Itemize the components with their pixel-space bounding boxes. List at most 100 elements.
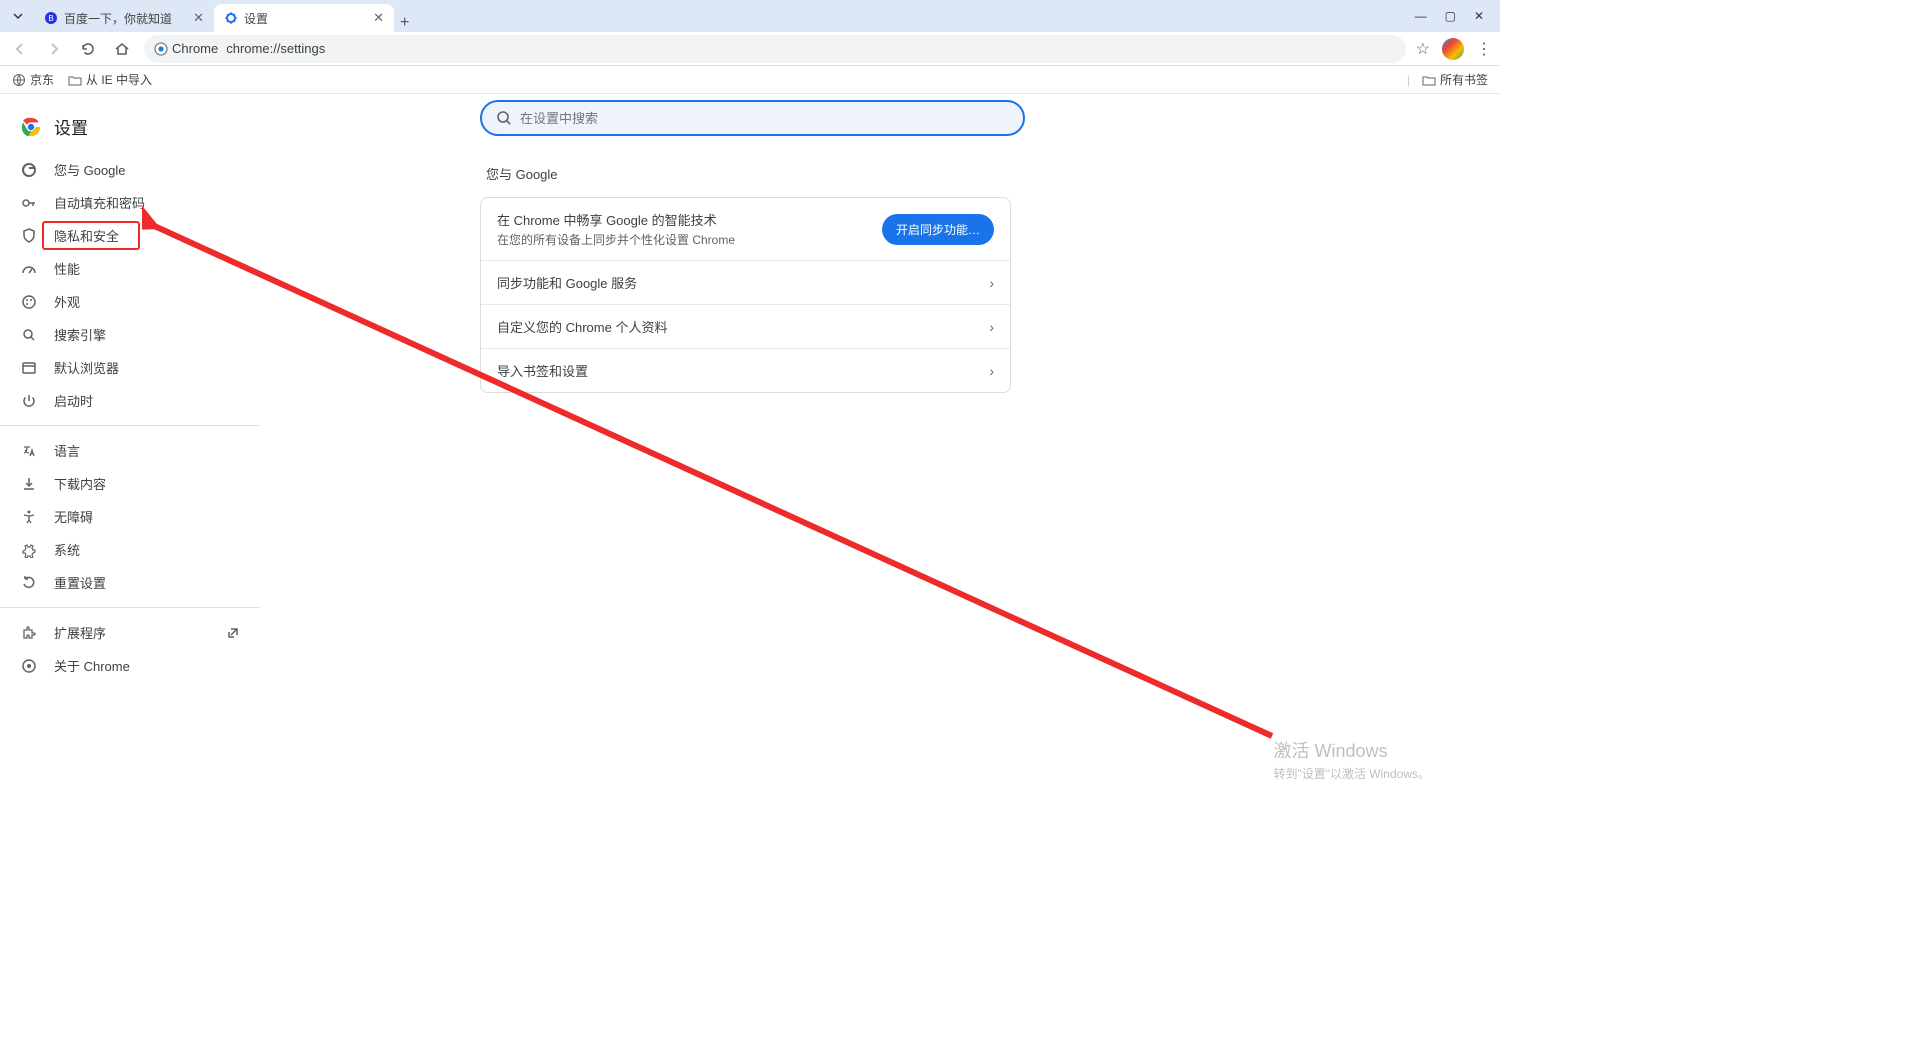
tab-baidu[interactable]: B 百度一下，你就知道 ✕ <box>34 4 214 32</box>
reset-icon <box>20 574 38 592</box>
settings-sidebar: 设置 您与 Google自动填充和密码隐私和安全性能外观搜索引擎默认浏览器启动时… <box>0 94 260 812</box>
sidebar-item-shield[interactable]: 隐私和安全 <box>0 219 260 252</box>
sidebar-item-download[interactable]: 下载内容 <box>0 467 260 500</box>
globe-icon <box>12 73 26 87</box>
window-controls: — ▢ ✕ <box>1415 9 1492 23</box>
minimize-icon[interactable]: — <box>1415 9 1427 23</box>
secure-label: Chrome <box>172 41 218 56</box>
chevron-right-icon: › <box>989 319 994 335</box>
windows-activation-watermark: 激活 Windows 转到"设置"以激活 Windows。 <box>1273 737 1430 782</box>
google-icon <box>20 161 38 179</box>
back-button[interactable] <box>8 37 32 61</box>
settings-search-input[interactable] <box>520 111 1009 126</box>
baidu-favicon-icon: B <box>44 11 58 25</box>
bookmark-label: 京东 <box>30 71 54 88</box>
power-icon <box>20 392 38 410</box>
import-row[interactable]: 导入书签和设置 › <box>481 349 1010 392</box>
sidebar-item-label: 自动填充和密码 <box>54 193 145 212</box>
row-label: 同步功能和 Google 服务 <box>497 273 979 292</box>
sidebar-item-label: 搜索引擎 <box>54 325 106 344</box>
bookmark-ie-import[interactable]: 从 IE 中导入 <box>68 71 152 88</box>
all-bookmarks-label: 所有书签 <box>1440 71 1488 88</box>
sidebar-item-chrome[interactable]: 关于 Chrome <box>0 649 260 682</box>
sidebar-item-browser[interactable]: 默认浏览器 <box>0 351 260 384</box>
accessibility-icon <box>20 508 38 526</box>
settings-main: 您与 Google 在 Chrome 中畅享 Google 的智能技术 在您的所… <box>260 94 1500 812</box>
lang-icon <box>20 442 38 460</box>
omnibox[interactable]: Chrome chrome://settings <box>144 35 1406 63</box>
forward-button[interactable] <box>42 37 66 61</box>
bookmarks-bar: 京东 从 IE 中导入 | 所有书签 <box>0 66 1500 94</box>
chrome-logo-icon <box>20 116 42 138</box>
profile-avatar[interactable] <box>1442 38 1464 60</box>
tab-list-dropdown[interactable] <box>8 6 28 26</box>
tab-settings[interactable]: 设置 ✕ <box>214 4 394 32</box>
folder-icon <box>68 73 82 87</box>
sidebar-item-google[interactable]: 您与 Google <box>0 153 260 186</box>
extension-icon <box>20 624 38 642</box>
sidebar-item-label: 性能 <box>54 259 80 278</box>
profile-row[interactable]: 自定义您的 Chrome 个人资料 › <box>481 305 1010 349</box>
shield-icon <box>20 227 38 245</box>
bookmark-star-icon[interactable]: ☆ <box>1416 39 1430 59</box>
sidebar-item-palette[interactable]: 外观 <box>0 285 260 318</box>
section-title: 您与 Google <box>486 164 1500 183</box>
sidebar-item-label: 重置设置 <box>54 573 106 592</box>
watermark-line1: 激活 Windows <box>1273 737 1430 763</box>
chevron-right-icon: › <box>989 275 994 291</box>
sidebar-item-label: 隐私和安全 <box>54 226 119 245</box>
sync-services-row[interactable]: 同步功能和 Google 服务 › <box>481 261 1010 305</box>
sidebar-item-accessibility[interactable]: 无障碍 <box>0 500 260 533</box>
system-icon <box>20 541 38 559</box>
sidebar-item-system[interactable]: 系统 <box>0 533 260 566</box>
sidebar-item-extension[interactable]: 扩展程序 <box>0 616 260 649</box>
chevron-right-icon: › <box>989 363 994 379</box>
svg-text:B: B <box>48 14 53 23</box>
tab-title: 设置 <box>244 10 367 27</box>
menu-icon[interactable]: ⋮ <box>1476 39 1492 59</box>
close-window-icon[interactable]: ✕ <box>1474 9 1484 23</box>
sidebar-nav: 您与 Google 自动填充和密码隐私和安全性能外观搜索引擎默认浏览器启动时语言下… <box>0 153 260 682</box>
sidebar-item-label: 您与 Google <box>54 160 126 179</box>
tab-strip: B 百度一下，你就知道 ✕ 设置 ✕ + <box>34 0 409 32</box>
maximize-icon[interactable]: ▢ <box>1445 9 1456 23</box>
row-label: 自定义您的 Chrome 个人资料 <box>497 317 979 336</box>
sidebar-item-reset[interactable]: 重置设置 <box>0 566 260 599</box>
settings-favicon-icon <box>224 11 238 25</box>
row-label: 导入书签和设置 <box>497 361 979 380</box>
sidebar-item-key[interactable]: 自动填充和密码 <box>0 186 260 219</box>
new-tab-button[interactable]: + <box>400 14 409 32</box>
sync-promo-row: 在 Chrome 中畅享 Google 的智能技术 在您的所有设备上同步并个性化… <box>481 198 1010 261</box>
home-button[interactable] <box>110 37 134 61</box>
sidebar-item-lang[interactable]: 语言 <box>0 434 260 467</box>
search-icon <box>20 326 38 344</box>
browser-icon <box>20 359 38 377</box>
folder-icon <box>1422 73 1436 87</box>
bookmark-jd[interactable]: 京东 <box>12 71 54 88</box>
site-info[interactable]: Chrome <box>154 41 218 56</box>
sidebar-item-label: 系统 <box>54 540 80 559</box>
sync-title: 在 Chrome 中畅享 Google 的智能技术 <box>497 210 872 229</box>
speed-icon <box>20 260 38 278</box>
sidebar-item-label: 默认浏览器 <box>54 358 119 377</box>
sidebar-item-label: 启动时 <box>54 391 93 410</box>
sidebar-item-power[interactable]: 启动时 <box>0 384 260 417</box>
toolbar: Chrome chrome://settings ☆ ⋮ <box>0 32 1500 66</box>
titlebar: B 百度一下，你就知道 ✕ 设置 ✕ + — ▢ ✕ <box>0 0 1500 32</box>
close-icon[interactable]: ✕ <box>193 10 204 26</box>
sidebar-item-label: 扩展程序 <box>54 623 106 642</box>
key-icon <box>20 194 38 212</box>
reload-button[interactable] <box>76 37 100 61</box>
sidebar-item-label: 语言 <box>54 441 80 460</box>
sidebar-item-label: 无障碍 <box>54 507 93 526</box>
close-icon[interactable]: ✕ <box>373 10 384 26</box>
sidebar-item-speed[interactable]: 性能 <box>0 252 260 285</box>
sidebar-item-label: 下载内容 <box>54 474 106 493</box>
enable-sync-button[interactable]: 开启同步功能… <box>882 214 994 245</box>
sidebar-item-label: 外观 <box>54 292 80 311</box>
search-icon <box>496 110 512 126</box>
sidebar-item-search[interactable]: 搜索引擎 <box>0 318 260 351</box>
all-bookmarks[interactable]: | 所有书签 <box>1407 71 1488 88</box>
chrome-icon <box>154 42 168 56</box>
settings-search[interactable] <box>480 100 1025 136</box>
